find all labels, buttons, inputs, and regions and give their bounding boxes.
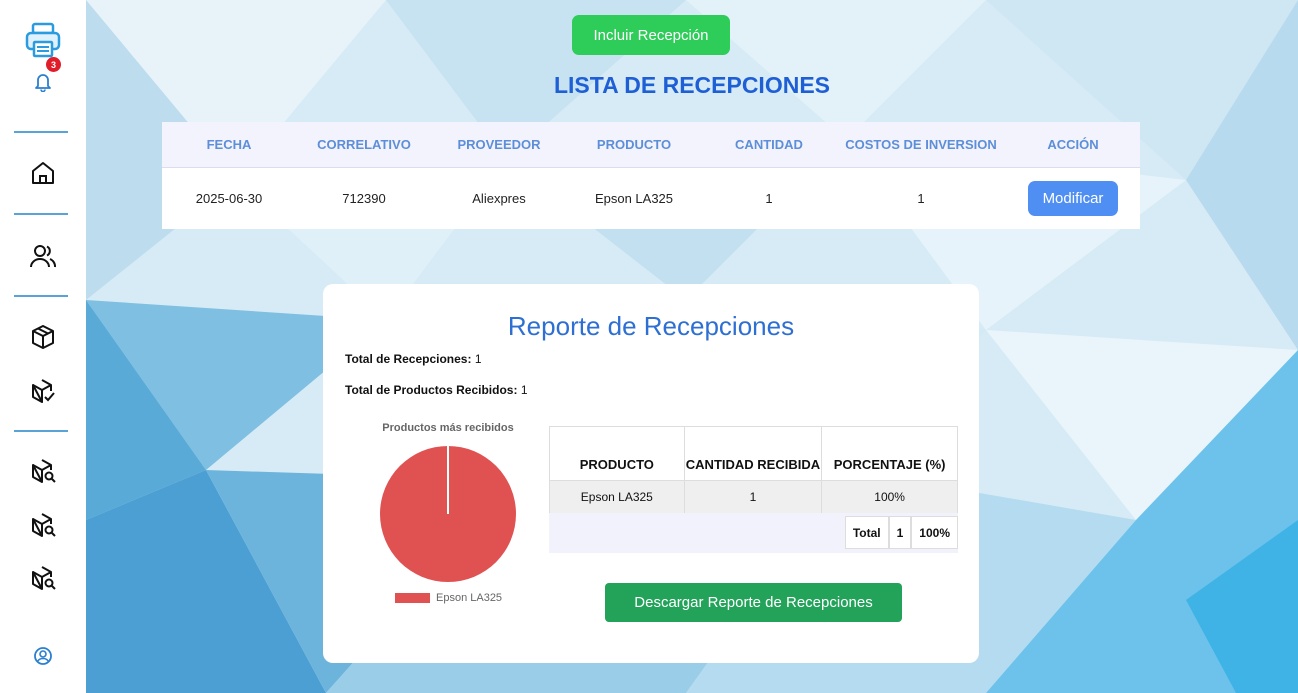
cell-cantidad: 1 bbox=[683, 480, 823, 514]
total-receptions-label: Total de Recepciones: bbox=[345, 352, 472, 366]
total-receptions-value: 1 bbox=[474, 352, 482, 366]
column-header: ACCIÓN bbox=[1006, 122, 1140, 168]
download-report-button[interactable]: Descargar Reporte de Recepciones bbox=[605, 583, 902, 622]
cell-costos: 1 bbox=[917, 190, 925, 206]
report-title: Reporte de Recepciones bbox=[507, 311, 795, 341]
users-icon[interactable] bbox=[0, 243, 86, 269]
user-circle-icon[interactable] bbox=[0, 646, 86, 666]
chart-title: Productos más recibidos bbox=[382, 422, 514, 434]
column-header: FECHA bbox=[162, 122, 296, 168]
divider bbox=[14, 430, 68, 432]
divider bbox=[14, 131, 68, 133]
page-title: LISTA DE RECEPCIONES bbox=[553, 72, 831, 98]
total-label: Total bbox=[844, 516, 889, 549]
column-header: COSTOS DE INVERSION bbox=[836, 122, 1006, 168]
total-cantidad: 1 bbox=[888, 516, 912, 549]
table-row: Epson LA325 1 100% bbox=[549, 480, 958, 514]
divider bbox=[14, 213, 68, 215]
legend-label: Epson LA325 bbox=[436, 592, 503, 604]
box-search-icon[interactable] bbox=[0, 458, 86, 484]
chart-legend: Epson LA325 bbox=[395, 592, 502, 604]
total-receptions: Total de Recepciones: 1 bbox=[345, 352, 482, 366]
column-header: PRODUCTO bbox=[549, 426, 685, 481]
modify-button[interactable]: Modificar bbox=[1028, 180, 1118, 216]
box-search-icon[interactable] bbox=[0, 512, 86, 538]
column-header: CORRELATIVO bbox=[296, 122, 432, 168]
total-box: Total 1 100% bbox=[844, 516, 958, 549]
report-card: Reporte de Recepciones Total de Recepcio… bbox=[323, 284, 979, 663]
column-header: CANTIDAD RECIBIDA bbox=[683, 426, 823, 481]
legend-swatch bbox=[395, 593, 430, 603]
column-header: PORCENTAJE (%) bbox=[821, 426, 958, 481]
printer-icon[interactable] bbox=[0, 22, 86, 60]
total-products: Total de Productos Recibidos: 1 bbox=[345, 383, 528, 397]
total-products-label: Total de Productos Recibidos: bbox=[345, 383, 518, 397]
column-header: CANTIDAD bbox=[702, 122, 836, 168]
table-header-row: FECHA CORRELATIVO PROVEEDOR PRODUCTO CAN… bbox=[162, 122, 1140, 168]
sidebar: 3 bbox=[0, 0, 86, 693]
cell-producto: Epson LA325 bbox=[594, 190, 674, 206]
bell-icon[interactable] bbox=[0, 72, 86, 92]
report-table: PRODUCTO CANTIDAD RECIBIDA PORCENTAJE (%… bbox=[549, 426, 958, 514]
cell-cantidad: 1 bbox=[765, 190, 773, 206]
box-check-icon[interactable] bbox=[0, 378, 86, 404]
total-row: Total 1 100% bbox=[549, 513, 958, 553]
table-header-row: PRODUCTO CANTIDAD RECIBIDA PORCENTAJE (%… bbox=[549, 426, 958, 481]
cell-porcentaje: 100% bbox=[821, 480, 958, 514]
total-porcentaje: 100% bbox=[911, 516, 958, 549]
column-header: PROVEEDOR bbox=[432, 122, 566, 168]
box-search-icon[interactable] bbox=[0, 565, 86, 591]
pie-chart bbox=[379, 445, 517, 588]
notification-badge: 3 bbox=[46, 57, 61, 72]
table-row: 2025-06-30 712390 Aliexpres Epson LA325 … bbox=[162, 167, 1140, 229]
cell-correlativo: 712390 bbox=[342, 190, 386, 206]
cell-fecha: 2025-06-30 bbox=[195, 190, 263, 206]
include-reception-button[interactable]: Incluir Recepción bbox=[572, 15, 730, 55]
receptions-table: FECHA CORRELATIVO PROVEEDOR PRODUCTO CAN… bbox=[162, 122, 1140, 229]
home-icon[interactable] bbox=[0, 160, 86, 186]
total-products-value: 1 bbox=[520, 383, 528, 397]
divider bbox=[14, 295, 68, 297]
cell-proveedor: Aliexpres bbox=[472, 190, 526, 206]
cell-accion: Modificar bbox=[1006, 167, 1140, 229]
cell-producto: Epson LA325 bbox=[549, 480, 685, 514]
column-header: PRODUCTO bbox=[566, 122, 702, 168]
box-icon[interactable] bbox=[0, 324, 86, 350]
